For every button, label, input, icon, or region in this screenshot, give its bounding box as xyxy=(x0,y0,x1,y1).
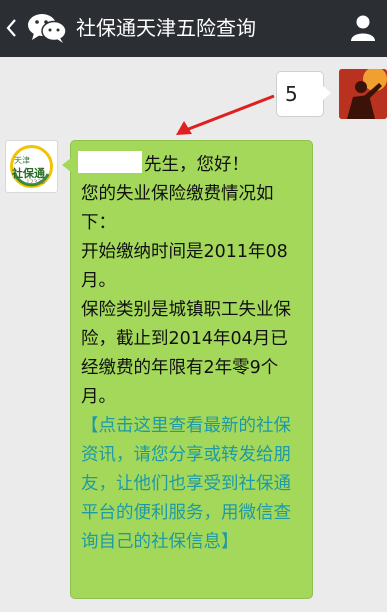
sent-message-text: 5 xyxy=(285,82,298,106)
title-bar: 社保通天津五险查询 xyxy=(0,0,387,57)
reply-paragraph-1: 您的失业保险缴费情况如下： xyxy=(81,184,274,233)
wechat-icon xyxy=(28,14,67,43)
page-title: 社保通天津五险查询 xyxy=(76,16,256,40)
red-arrow-annotation xyxy=(176,94,275,135)
reply-paragraph-3: 保险类别是城镇职工失业保险，截止到2014年04月已经缴费的年限有2年零9个月。 xyxy=(81,300,291,407)
bot-avatar-line3: 12333 xyxy=(26,179,46,186)
news-link[interactable]: 【点击这里查看最新的社保资讯，请您分享或转发给朋友，让他们也享受到社保通平台的便… xyxy=(81,412,305,557)
reply-paragraph-2: 开始缴纳时间是2011年08月。 xyxy=(81,242,288,291)
bot-avatar[interactable]: 天津 社保通 12333 xyxy=(5,140,58,193)
back-icon[interactable] xyxy=(4,14,20,42)
reply-greeting: 先生，您好！ xyxy=(78,151,305,180)
user-avatar-image xyxy=(339,69,387,119)
reply-bubble-tail xyxy=(62,158,71,172)
sent-message-bubble: 5 xyxy=(276,71,324,117)
user-avatar[interactable] xyxy=(339,69,387,119)
reply-message-text: 先生，您好！ 您的失业保险缴费情况如下： 开始缴纳时间是2011年08月。 保险… xyxy=(78,151,305,557)
profile-icon[interactable] xyxy=(350,14,376,42)
sent-bubble-tail xyxy=(323,86,331,100)
redacted-name xyxy=(78,151,142,173)
greeting-text: 先生，您好！ xyxy=(144,155,249,175)
